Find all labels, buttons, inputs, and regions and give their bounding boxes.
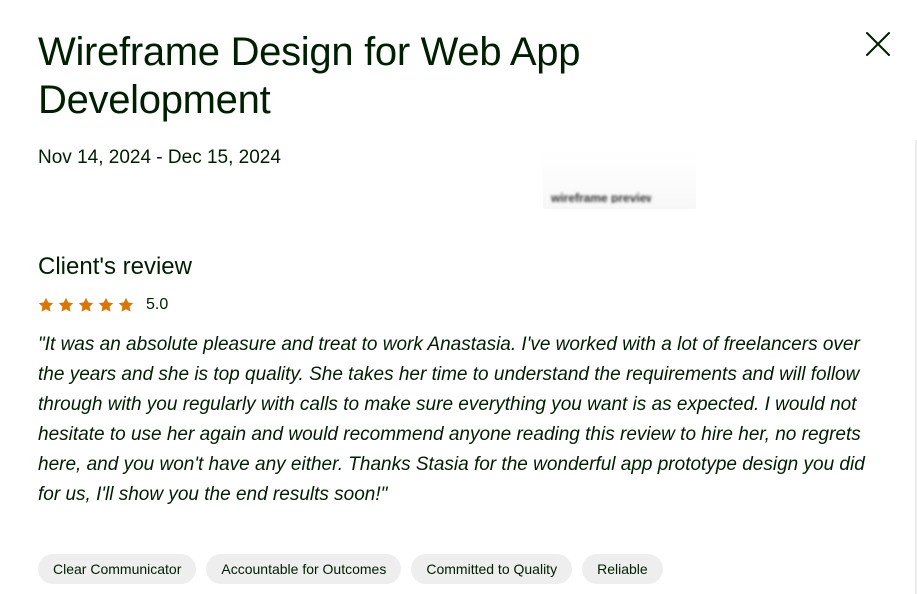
skill-tags: Clear Communicator Accountable for Outcom… <box>38 554 663 584</box>
rating: 5.0 <box>38 294 168 316</box>
star-icon <box>38 297 54 312</box>
star-icon <box>78 297 94 312</box>
star-rating <box>38 297 138 313</box>
review-text: "It was an absolute pleasure and treat t… <box>38 334 865 505</box>
skill-tag: Accountable for Outcomes <box>206 554 402 584</box>
close-icon <box>866 32 890 56</box>
rating-value: 5.0 <box>146 296 169 313</box>
star-icon <box>118 297 134 312</box>
star-icon <box>58 297 74 312</box>
thumbnail-caption: wireframe preview <box>551 191 651 203</box>
client-review-heading: Client's review <box>38 253 192 280</box>
project-thumbnail-image[interactable]: wireframe preview <box>543 149 696 209</box>
skill-tag: Reliable <box>582 554 663 584</box>
project-dates: Nov 14, 2024 - Dec 15, 2024 <box>38 147 281 168</box>
close-button[interactable] <box>862 28 894 60</box>
page-title: Wireframe Design for Web App Development <box>38 30 581 122</box>
skill-tag: Committed to Quality <box>411 554 573 584</box>
skill-tag: Clear Communicator <box>38 554 197 584</box>
review-modal: Wireframe Design for Web App Development… <box>0 0 917 594</box>
star-icon <box>98 297 114 312</box>
